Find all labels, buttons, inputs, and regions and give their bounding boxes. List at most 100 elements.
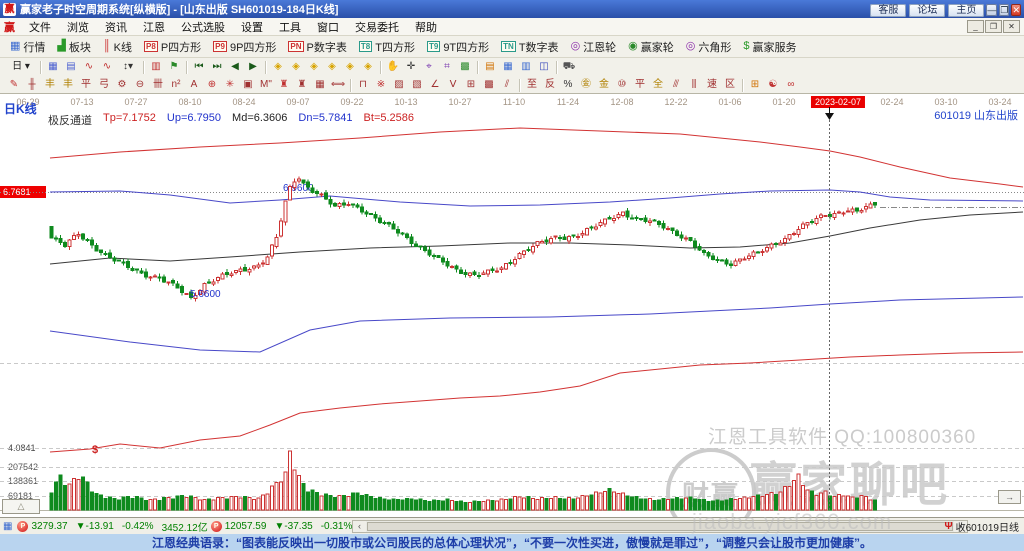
yinyang-icon[interactable]: ☯ [764, 77, 782, 93]
table-grid-icon[interactable]: ⊞ [462, 77, 480, 93]
width-tool-icon[interactable]: ⟺ [329, 77, 347, 93]
gold-gann-1-icon[interactable]: 丰 [41, 77, 59, 93]
toolbar-winner-wheel[interactable]: ◉赢家轮 [622, 38, 680, 56]
percent-tool-icon[interactable]: % [559, 77, 577, 93]
a-tool-icon[interactable]: A [185, 77, 203, 93]
menu-公式选股[interactable]: 公式选股 [173, 18, 233, 36]
gann-diamond-1-icon[interactable]: ◈ [269, 59, 287, 75]
gann-diamond-6-icon[interactable]: ◈ [359, 59, 377, 75]
circle-split-icon[interactable]: ⊖ [131, 77, 149, 93]
gold-circle-icon[interactable]: ㊎ [577, 77, 595, 93]
m-wave-icon[interactable]: M" [257, 77, 275, 93]
toolbar-winner-service[interactable]: $赢家服务 [737, 38, 802, 56]
area-line-icon[interactable]: 区 [721, 77, 739, 93]
gold-gann-2-icon[interactable]: 丰 [59, 77, 77, 93]
box-tool-icon[interactable]: ⊓ [354, 77, 372, 93]
menu-资讯[interactable]: 资讯 [97, 18, 135, 36]
notes-icon[interactable]: ▥ [517, 59, 535, 75]
gold-line-icon[interactable]: 金 [595, 77, 613, 93]
gann-diamond-5-icon[interactable]: ◈ [341, 59, 359, 75]
status-scrollbar[interactable]: ‹ › [352, 520, 968, 533]
toolbar-t-table[interactable]: TNT数字表 [495, 38, 564, 56]
pen-tool-icon[interactable]: ✎ [5, 77, 23, 93]
expand-pane-button[interactable]: △ [2, 499, 40, 514]
window-grid-icon[interactable]: ▦ [311, 77, 329, 93]
v-line-icon[interactable]: Ⅴ [444, 77, 462, 93]
slant-2-icon[interactable]: ⫼ [685, 77, 703, 93]
gann-diamond-4-icon[interactable]: ◈ [323, 59, 341, 75]
mdi-minimize-button[interactable]: _ [967, 20, 984, 33]
tower-1-icon[interactable]: ♜ [275, 77, 293, 93]
chart-scroll-right-button[interactable]: → [998, 490, 1021, 504]
menu-窗口[interactable]: 窗口 [309, 18, 347, 36]
menu-帮助[interactable]: 帮助 [407, 18, 445, 36]
calendar-icon[interactable]: ▤ [481, 59, 499, 75]
all-tool-icon[interactable]: 全 [649, 77, 667, 93]
flag-icon[interactable]: ⚑ [165, 59, 183, 75]
toolbar-hexagon[interactable]: ◎六角形 [680, 38, 738, 56]
asterisk-tool-icon[interactable]: ✳ [221, 77, 239, 93]
goto-first-icon[interactable]: ⏮ [190, 59, 208, 75]
period-day-selector[interactable]: 日 ▾ [5, 59, 37, 75]
toolbar-t-square[interactable]: T8T四方形 [353, 38, 421, 56]
panel-tool-icon[interactable]: ▩ [456, 59, 474, 75]
toolbar-quotes[interactable]: ▦行情 [4, 38, 51, 56]
rays-tool-icon[interactable]: ※ [372, 77, 390, 93]
titlebar-button-客服[interactable]: 客服 [870, 4, 906, 17]
wave-icon[interactable]: ∿ [80, 59, 98, 75]
bars-tool-icon[interactable]: 卌 [149, 77, 167, 93]
level-tool-icon[interactable]: 平 [77, 77, 95, 93]
menu-交易委托[interactable]: 交易委托 [347, 18, 407, 36]
menu-工具[interactable]: 工具 [271, 18, 309, 36]
angle-line-icon[interactable]: ∠ [426, 77, 444, 93]
slant-1-icon[interactable]: ⫻ [667, 77, 685, 93]
menu-文件[interactable]: 文件 [21, 18, 59, 36]
scrollbar-thumb[interactable] [367, 522, 953, 531]
step-forward-icon[interactable]: ▶ [244, 59, 262, 75]
chart-window-icon[interactable]: ▦ [44, 59, 62, 75]
gauge-tool-icon[interactable]: ⚙ [113, 77, 131, 93]
titlebar-button-论坛[interactable]: 论坛 [909, 4, 945, 17]
restore-button[interactable]: ❐ [999, 4, 1009, 16]
menu-江恩[interactable]: 江恩 [135, 18, 173, 36]
fan-tool-icon[interactable]: 反 [541, 77, 559, 93]
info-panel-icon[interactable]: ▤ [62, 59, 80, 75]
toolbar-p-square[interactable]: P8P四方形 [138, 38, 207, 56]
flat-tool-icon[interactable]: 平 [631, 77, 649, 93]
scroll-left-arrow[interactable]: ‹ [353, 521, 366, 532]
kline-style-icon[interactable]: ▥ [147, 59, 165, 75]
calculator-icon[interactable]: ▦ [499, 59, 517, 75]
hand-tool-icon[interactable]: ✋ [384, 59, 402, 75]
parallel-lines-icon[interactable]: ⫽ [498, 77, 516, 93]
toolbar-kline[interactable]: ║K线 [97, 38, 138, 56]
grid-window-icon[interactable]: ⊞ [746, 77, 764, 93]
target-circle-icon[interactable]: ⊕ [203, 77, 221, 93]
close-button[interactable]: ✕ [1011, 4, 1021, 16]
toolbar-9t-square[interactable]: T99T四方形 [421, 38, 495, 56]
shade-box-2-icon[interactable]: ▧ [408, 77, 426, 93]
chart-area[interactable]: 江恩工具软件 QQ:100800360 财赢 赢家聊吧 06-2907-1307… [0, 94, 1024, 517]
toolbar-9p-square[interactable]: P99P四方形 [207, 38, 282, 56]
hatch-tool-icon[interactable]: ╫ [23, 77, 41, 93]
zhi-tool-icon[interactable]: 至 [523, 77, 541, 93]
quotes-grid-icon[interactable]: ▦ [3, 521, 12, 532]
toolbar-p-table[interactable]: PNP数字表 [282, 38, 352, 56]
minimize-button[interactable]: — [986, 4, 997, 16]
menu-设置[interactable]: 设置 [233, 18, 271, 36]
grid-tool-icon[interactable]: ⌗ [438, 59, 456, 75]
tower-2-icon[interactable]: ♜ [293, 77, 311, 93]
scale-updown-icon[interactable]: ↕▾ [116, 59, 140, 75]
dense-grid-icon[interactable]: ▩ [480, 77, 498, 93]
wave-bold-icon[interactable]: ∿ [98, 59, 116, 75]
infinity-icon[interactable]: ∞ [782, 77, 800, 93]
crosshair-tool-icon[interactable]: ✛ [402, 59, 420, 75]
toolbar-sectors[interactable]: ▟板块 [51, 38, 96, 56]
order-truck-icon[interactable]: ⛟ [560, 59, 578, 75]
mdi-close-button[interactable]: ✕ [1003, 20, 1020, 33]
gann-diamond-3-icon[interactable]: ◈ [305, 59, 323, 75]
ten-tool-icon[interactable]: ⑩ [613, 77, 631, 93]
toolbar-gann-wheel[interactable]: ◎江恩轮 [565, 38, 623, 56]
gann-diamond-2-icon[interactable]: ◈ [287, 59, 305, 75]
save-icon[interactable]: ◫ [535, 59, 553, 75]
speed-line-icon[interactable]: 速 [703, 77, 721, 93]
